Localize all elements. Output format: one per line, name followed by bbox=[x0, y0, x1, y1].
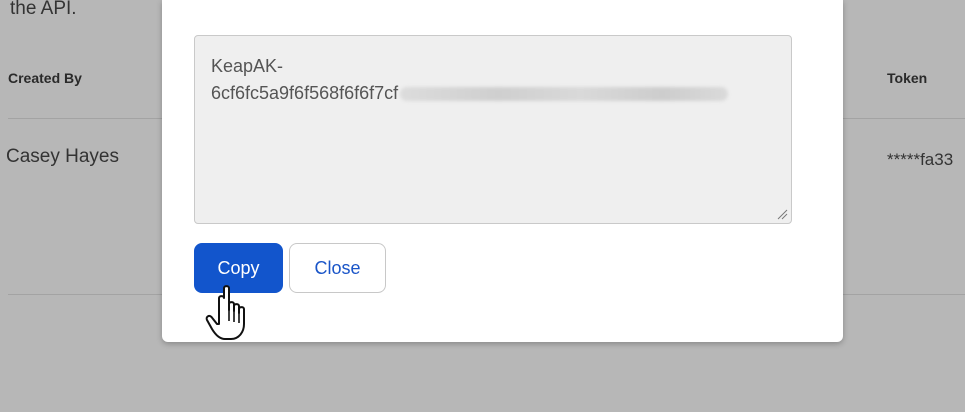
api-key-modal: KeapAK- 6cf6fc5a9f6f568f6f6f7cf Copy Clo… bbox=[162, 0, 843, 342]
token-cell: *****fa33 bbox=[887, 150, 954, 169]
resize-grip-icon[interactable] bbox=[776, 208, 788, 220]
api-key-line: 6cf6fc5a9f6f568f6f6f7cf bbox=[211, 80, 775, 107]
hand-pointer-icon bbox=[205, 285, 245, 340]
api-key-visible: 6cf6fc5a9f6f568f6f6f7cf bbox=[211, 83, 399, 103]
api-key-prefix: KeapAK- bbox=[211, 56, 284, 76]
intro-text: the API. bbox=[10, 0, 77, 19]
created-by-cell: Casey Hayes bbox=[6, 146, 119, 167]
api-key-textarea[interactable]: KeapAK- 6cf6fc5a9f6f568f6f6f7cf bbox=[194, 35, 792, 224]
column-header-token: Token bbox=[887, 70, 928, 86]
page: the API. Created By Token Casey Hayes **… bbox=[0, 0, 965, 412]
api-key-redacted bbox=[400, 87, 729, 102]
column-header-created-by: Created By bbox=[8, 70, 82, 86]
close-button[interactable]: Close bbox=[289, 243, 386, 293]
